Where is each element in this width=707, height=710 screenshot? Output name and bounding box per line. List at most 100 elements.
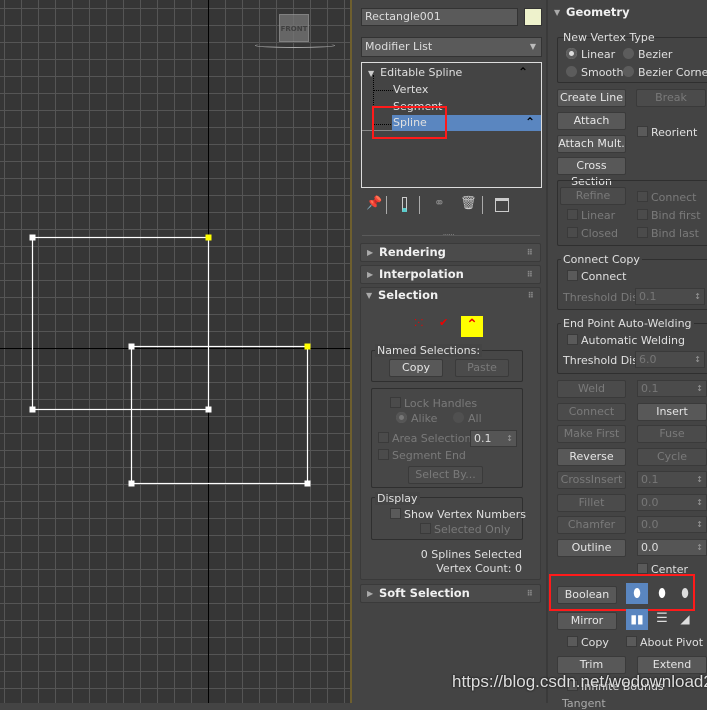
rollout-interpolation[interactable]: ▶ Interpolation ⠿ [360, 265, 541, 284]
about-pivot-checkbox[interactable]: About Pivot [626, 636, 703, 649]
mirror-copy-checkbox[interactable]: Copy [567, 636, 609, 649]
vertex-level-icon[interactable]: ⁚·⁚ [414, 318, 424, 329]
weld-button[interactable]: Weld [557, 380, 626, 398]
group-title: End Point Auto-Welding [561, 317, 694, 330]
refine-connect-checkbox[interactable]: Connect [637, 191, 696, 204]
alike-radio[interactable]: Alike [396, 412, 437, 425]
rollout-selection[interactable]: ▼ Selection ⠿ [360, 287, 541, 306]
chamfer-button[interactable]: Chamfer [557, 516, 626, 534]
show-end-result-icon[interactable] [402, 197, 407, 212]
copy-button[interactable]: Copy [389, 359, 443, 377]
lock-handles-checkbox[interactable]: Lock Handles [390, 397, 477, 410]
stack-item-editable-spline[interactable]: ▼ Editable Spline [368, 66, 462, 79]
bezier-corner-radio[interactable]: Bezier Corner [623, 66, 707, 79]
group-title: Named Selections: [375, 344, 483, 357]
pin-stack-icon[interactable]: 📌 [366, 196, 382, 211]
bind-last-checkbox[interactable]: Bind last [637, 227, 699, 240]
rollout-title: Interpolation [379, 267, 464, 281]
rollout-geometry[interactable]: ▼ Geometry [548, 4, 707, 23]
group-title: Connect Copy [561, 253, 642, 266]
radio-label: Linear [581, 48, 616, 61]
selected-only-checkbox[interactable]: Selected Only [420, 523, 510, 536]
chamfer-spinner[interactable]: 0.0 [637, 516, 707, 533]
fillet-spinner[interactable]: 0.0 [637, 494, 707, 511]
fuse-button[interactable]: Fuse [637, 425, 707, 443]
rollout-rendering[interactable]: ▶ Rendering ⠿ [360, 243, 541, 262]
bezier-radio[interactable]: Bezier [623, 48, 672, 61]
all-radio[interactable]: All [453, 412, 482, 425]
welding-threshold-spinner[interactable]: 6.0 [635, 351, 705, 368]
show-vertex-numbers-checkbox[interactable]: Show Vertex Numbers [390, 508, 526, 521]
spline-vertex [304, 480, 311, 487]
crossinsert-spinner[interactable]: 0.1 [637, 471, 707, 488]
insert-button[interactable]: Insert [637, 403, 707, 421]
object-name-input[interactable]: Rectangle001 [361, 8, 518, 26]
automatic-welding-checkbox[interactable]: Automatic Welding [567, 334, 685, 347]
radio-label: Alike [411, 412, 438, 425]
cycle-button[interactable]: Cycle [637, 448, 707, 466]
viewcube[interactable]: FRONT [279, 14, 309, 42]
attach-mult-button[interactable]: Attach Mult. [557, 135, 626, 153]
fillet-button[interactable]: Fillet [557, 494, 626, 512]
paste-button[interactable]: Paste [455, 359, 509, 377]
front-viewport[interactable]: FRONT [0, 0, 352, 703]
viewcube-compass[interactable] [255, 43, 335, 48]
checkbox-label: Closed [581, 227, 618, 240]
modifier-list-dropdown[interactable]: Modifier List ▼ [361, 37, 542, 57]
mirror-vertical-icon[interactable]: ☰ [652, 609, 672, 630]
spline-vertex [29, 406, 36, 413]
mirror-horizontal-icon[interactable]: ▮▮ [626, 609, 648, 630]
bind-first-checkbox[interactable]: Bind first [637, 209, 701, 222]
area-selection-checkbox[interactable]: Area Selection: [378, 432, 475, 445]
resize-grip[interactable]: ······ [443, 232, 454, 239]
spline-level-icon[interactable]: ⌃ [461, 316, 483, 337]
closed-checkbox[interactable]: Closed [567, 227, 618, 240]
area-selection-spinner[interactable]: 0.1 [470, 430, 517, 447]
collapse-triangle-icon: ▼ [554, 8, 561, 17]
mirror-both-icon[interactable]: ◢ [675, 609, 695, 630]
outline-spinner[interactable]: 0.0 [637, 539, 707, 556]
segment-level-icon[interactable]: ✔ [439, 316, 448, 329]
stack-item-vertex[interactable]: Vertex [393, 83, 428, 96]
stack-toolbar: 📌 ⚭ 🗑 [364, 196, 544, 218]
tangent-group-title: Tangent [562, 697, 606, 710]
spline-vertex [205, 406, 212, 413]
spline-vertex [29, 234, 36, 241]
radio-label: Bezier Corner [638, 66, 707, 79]
reorient-checkbox[interactable]: Reorient [637, 126, 697, 139]
group-title: Display [375, 492, 420, 505]
make-first-button[interactable]: Make First [557, 425, 626, 443]
connect-copy-threshold-spinner[interactable]: 0.1 [635, 288, 705, 305]
attach-button[interactable]: Attach [557, 112, 626, 130]
weld-spinner[interactable]: 0.1 [637, 380, 707, 397]
connect-button[interactable]: Connect [557, 403, 626, 421]
mirror-button[interactable]: Mirror [557, 612, 617, 630]
break-button[interactable]: Break [636, 89, 706, 107]
modifier-toggle-icon[interactable]: ⌃ [518, 65, 528, 79]
object-color-swatch[interactable] [524, 8, 542, 26]
checkbox-label: Automatic Welding [581, 334, 685, 347]
refine-linear-checkbox[interactable]: Linear [567, 209, 615, 222]
configure-modifier-sets-icon[interactable] [495, 198, 509, 212]
rollout-soft-selection[interactable]: ▶ Soft Selection ⠿ [360, 584, 541, 603]
spline-vertex [304, 343, 311, 350]
reverse-button[interactable]: Reverse [557, 448, 626, 466]
viewport-canvas[interactable] [0, 0, 352, 703]
outline-button[interactable]: Outline [557, 539, 626, 557]
rollout-title: Selection [378, 288, 439, 302]
remove-modifier-icon[interactable]: 🗑 [460, 196, 477, 211]
smooth-radio[interactable]: Smooth [566, 66, 623, 79]
modifier-toggle-icon[interactable]: ⌃ [525, 114, 535, 130]
linear-radio[interactable]: Linear [566, 48, 615, 61]
crossinsert-button[interactable]: CrossInsert [557, 471, 626, 489]
segment-end-checkbox[interactable]: Segment End [378, 449, 466, 462]
connect-copy-checkbox[interactable]: Connect [567, 270, 626, 283]
checkbox-label: Bind first [651, 209, 701, 222]
refine-button[interactable]: Refine [560, 187, 626, 205]
cross-section-button[interactable]: Cross Section [557, 157, 626, 188]
make-unique-icon[interactable]: ⚭ [434, 196, 445, 211]
rollout-title: Soft Selection [379, 586, 470, 600]
create-line-button[interactable]: Create Line [557, 89, 626, 107]
select-by-button[interactable]: Select By... [408, 466, 483, 484]
checkbox-label: Lock Handles [404, 397, 478, 410]
